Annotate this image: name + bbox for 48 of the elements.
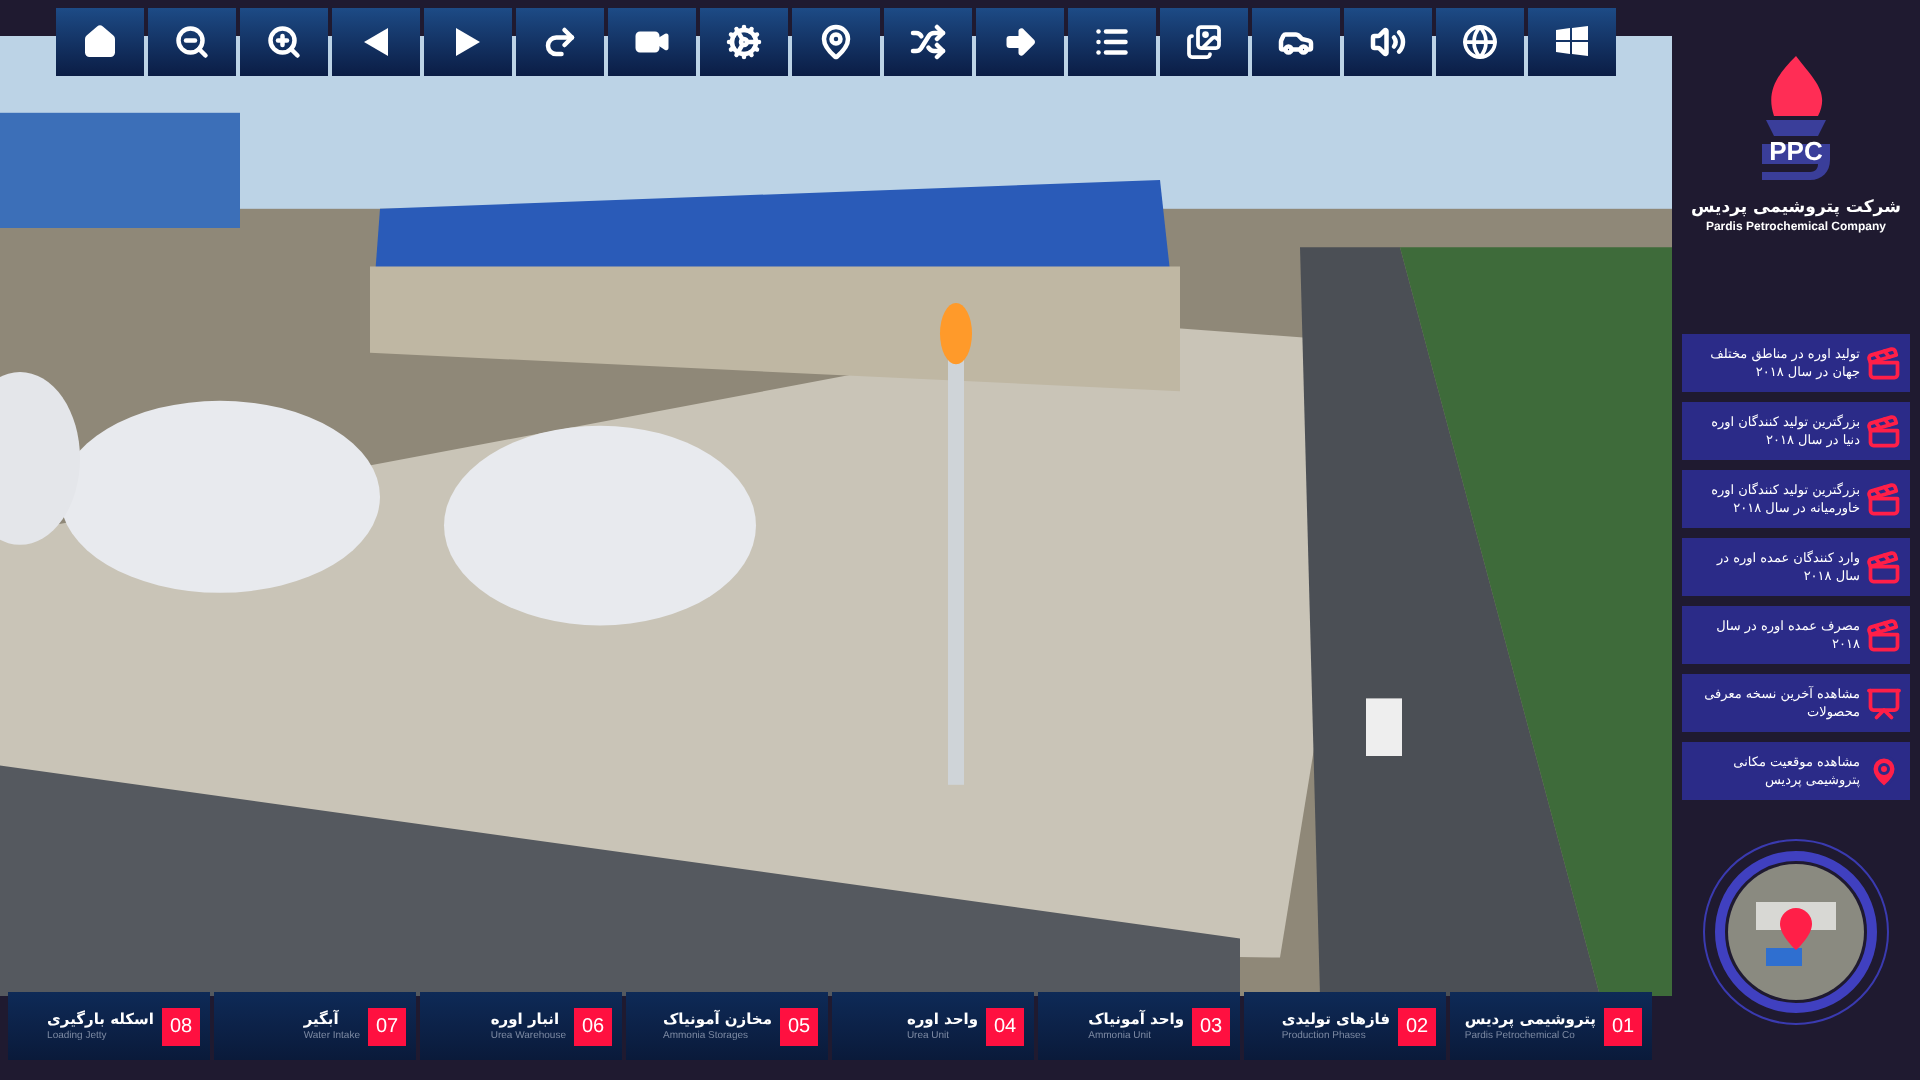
arrow-right-icon: [1002, 24, 1038, 60]
video-icon: [1866, 413, 1902, 450]
shuffle-button[interactable]: [884, 8, 972, 76]
tab-number: 08: [162, 1007, 200, 1045]
rotate-button[interactable]: [516, 8, 604, 76]
logo-mark: PPC: [1769, 134, 1823, 170]
settings-button[interactable]: [700, 8, 788, 76]
zoom-out-button[interactable]: [148, 8, 236, 76]
tab-number: 07: [368, 1007, 406, 1045]
tab-number: 03: [1192, 1007, 1230, 1045]
video-icon: [1866, 617, 1902, 654]
home-icon: [82, 24, 118, 60]
gears-icon: [726, 24, 762, 60]
camera-button[interactable]: [608, 8, 696, 76]
slideshow-icon: [1866, 685, 1902, 722]
video-icon: [1866, 345, 1902, 382]
zoom-out-icon: [174, 24, 210, 60]
list-button[interactable]: [1068, 8, 1156, 76]
previous-icon: [362, 26, 390, 58]
language-button[interactable]: [1436, 8, 1524, 76]
tab-number: 04: [986, 1007, 1024, 1045]
tab-number: 01: [1604, 1007, 1642, 1045]
list-icon: [1094, 24, 1130, 60]
tab-number: 06: [574, 1007, 612, 1045]
next-icon: [454, 26, 482, 58]
windows-button[interactable]: [1528, 8, 1616, 76]
sound-button[interactable]: [1344, 8, 1432, 76]
globe-icon: [1462, 24, 1498, 60]
video-icon: [1866, 481, 1902, 518]
company-name: شرکت پتروشیمی پردیس: [1691, 195, 1901, 221]
tab-number: 05: [780, 1007, 818, 1045]
home-button[interactable]: [56, 8, 144, 76]
car-button[interactable]: [1252, 8, 1340, 76]
shuffle-icon: [910, 24, 946, 60]
zoom-in-icon: [266, 24, 302, 60]
tab-number: 02: [1398, 1007, 1436, 1045]
location-button[interactable]: [792, 8, 880, 76]
zoom-in-button[interactable]: [240, 8, 328, 76]
next-button[interactable]: [424, 8, 512, 76]
forward-button[interactable]: [976, 8, 1064, 76]
windows-logo-icon: [1554, 24, 1590, 60]
curved-arrow-icon: [542, 24, 578, 60]
speaker-icon: [1370, 24, 1406, 60]
photos-icon: [1186, 24, 1222, 60]
video-icon: [1866, 549, 1902, 586]
map-pin-icon: [818, 24, 854, 60]
gallery-button[interactable]: [1160, 8, 1248, 76]
previous-button[interactable]: [332, 8, 420, 76]
